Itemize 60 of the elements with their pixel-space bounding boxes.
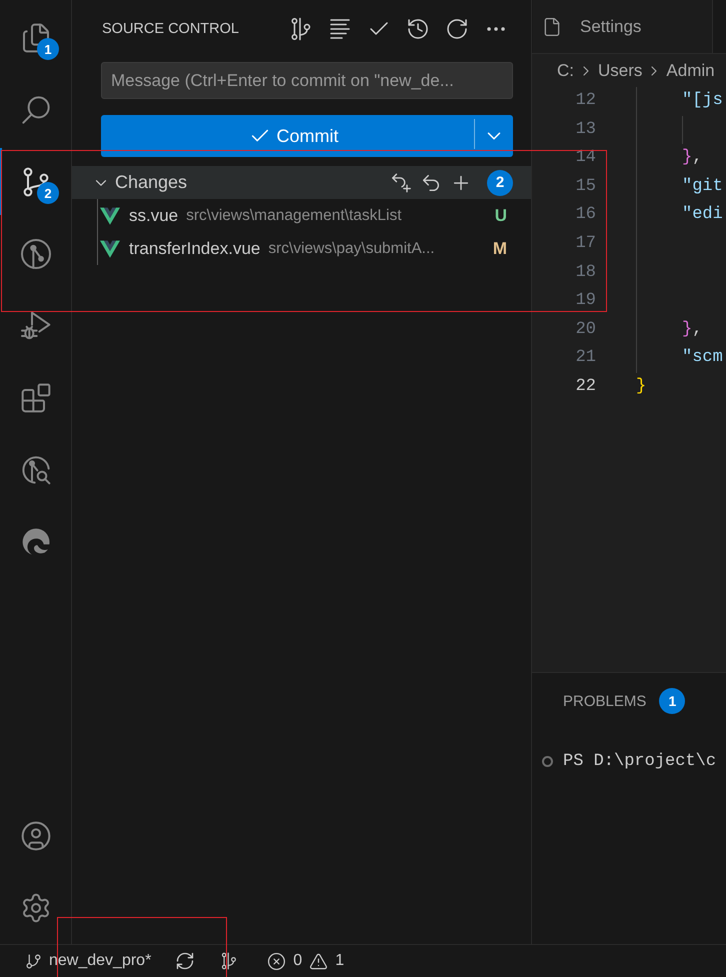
account-icon[interactable] <box>20 820 52 852</box>
code-line: }, <box>682 147 702 170</box>
line-number: 16 <box>574 204 596 226</box>
active-indicator <box>0 148 2 215</box>
breadcrumb-item[interactable]: Admin <box>666 60 715 80</box>
line-number: 21 <box>574 347 596 370</box>
list-icon[interactable] <box>328 17 352 41</box>
refresh-icon[interactable] <box>445 17 469 41</box>
file-icon <box>542 16 562 36</box>
error-icon <box>267 952 286 970</box>
count-badge: 2 <box>37 182 59 204</box>
line-number: 18 <box>574 262 596 284</box>
search-icon[interactable] <box>20 94 52 126</box>
problems-button[interactable]: 0 1 <box>267 952 344 970</box>
code-line: "git <box>682 176 723 198</box>
panel-tab[interactable]: PROBLEMS 1 <box>563 673 686 730</box>
line-number: 13 <box>574 118 596 141</box>
commit-button[interactable]: Commit <box>101 115 474 157</box>
line-number: 12 <box>574 90 596 112</box>
code-line: }, <box>682 318 702 341</box>
code-line: "[js <box>682 90 723 112</box>
sync-icon[interactable] <box>175 951 196 971</box>
line-number: 20 <box>574 318 596 341</box>
history-icon[interactable] <box>406 17 430 41</box>
line-number: 19 <box>574 290 596 312</box>
editor-tab[interactable]: Settings <box>533 0 713 53</box>
code-line: } <box>636 376 646 398</box>
warning-icon <box>309 952 328 970</box>
vue-file-icon <box>100 206 120 224</box>
breadcrumb-item[interactable]: Users <box>598 60 642 80</box>
line-number: 22 <box>574 376 596 398</box>
code-line: "scm <box>682 347 723 370</box>
file-status: U <box>494 206 507 226</box>
file-path: src\views\management\taskList <box>186 206 402 224</box>
git-graph-icon[interactable] <box>289 17 313 41</box>
git-graph-icon[interactable] <box>20 238 52 270</box>
terminal-line: PS D:\project\c <box>563 752 716 770</box>
code-line: "edi <box>682 204 723 226</box>
branch-icon <box>25 952 42 970</box>
git-search-icon[interactable] <box>20 454 52 486</box>
line-number: 17 <box>574 232 596 255</box>
line-number: 15 <box>574 176 596 198</box>
count-badge: 1 <box>659 688 686 714</box>
section-title: Changes <box>115 172 188 193</box>
git-graph-icon[interactable] <box>220 952 238 970</box>
count-badge: 1 <box>37 38 59 60</box>
extensions-icon[interactable] <box>20 382 52 414</box>
breadcrumb-item[interactable]: C: <box>557 60 574 80</box>
file-path: src\views\pay\submitA... <box>268 240 435 258</box>
changes-header[interactable]: Changes 2 <box>72 166 531 199</box>
panel-title: SOURCE CONTROL <box>102 21 239 37</box>
run-debug-icon[interactable] <box>20 310 52 342</box>
status-circle-icon <box>542 756 553 766</box>
vue-file-icon <box>100 240 120 258</box>
message-input[interactable]: Message (Ctrl+Enter to commit on "new_de... <box>101 62 513 99</box>
discard-plus-icon[interactable] <box>390 172 412 194</box>
file-name[interactable]: transferIndex.vue <box>129 238 260 258</box>
file-name[interactable]: ss.vue <box>129 206 178 226</box>
file-status: M <box>492 238 507 258</box>
count-badge: 2 <box>487 170 513 196</box>
